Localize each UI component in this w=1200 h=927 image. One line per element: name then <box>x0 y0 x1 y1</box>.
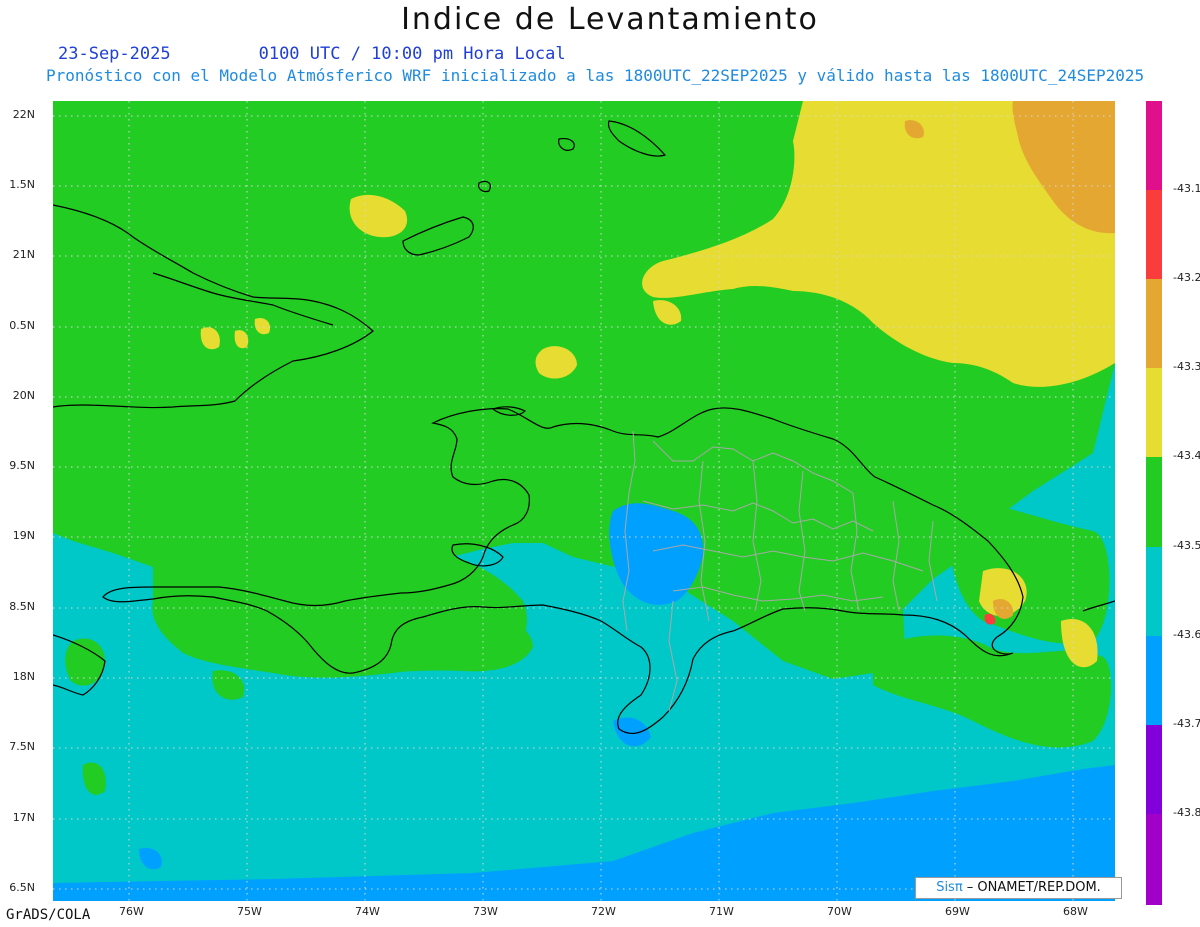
lat-label-20-5n: 0.5N <box>9 319 35 332</box>
colorbar-swatch-9 <box>1146 814 1162 905</box>
lat-label-19-5n: 9.5N <box>9 459 35 472</box>
forecast-date: 23-Sep-2025 <box>58 44 171 64</box>
lat-label-19n: 19N <box>12 529 35 542</box>
model-info: Pronóstico con el Modelo Atmósferico WRF… <box>46 66 1145 85</box>
colorbar-swatch-5 <box>1146 457 1162 547</box>
lat-label-17-5n: 7.5N <box>9 740 35 753</box>
lat-label-17n: 17N <box>12 811 35 824</box>
colorbar-label-5: -43.5 <box>1173 539 1200 552</box>
forecast-date-time: 23-Sep-2025 0100 UTC / 10:00 pm Hora Loca… <box>58 44 566 64</box>
lon-label-72w: 72W <box>591 905 616 918</box>
lon-label-68w: 68W <box>1063 905 1088 918</box>
colorbar-label-8: -43.8 <box>1173 806 1200 819</box>
colorbar-label-1: -43.1 <box>1173 182 1200 195</box>
lat-label-21n: 21N <box>12 248 35 261</box>
colorbar-label-4: -43.4 <box>1173 449 1200 462</box>
colorbar-swatch-1 <box>1146 101 1162 190</box>
lat-label-16-5n: 6.5N <box>9 881 35 894</box>
credit-box: Sisπ – ONAMET/REP.DOM. <box>915 877 1122 899</box>
colorbar-label-2: -43.2 <box>1173 271 1200 284</box>
colorbar-swatch-6 <box>1146 547 1162 636</box>
colorbar-swatch-7 <box>1146 636 1162 725</box>
colorbar-label-7: -43.7 <box>1173 717 1200 730</box>
lifted-index-map <box>53 101 1115 901</box>
colorbar <box>1146 101 1162 905</box>
lon-label-76w: 76W <box>119 905 144 918</box>
lat-label-18-5n: 8.5N <box>9 600 35 613</box>
lon-label-69w: 69W <box>945 905 970 918</box>
colorbar-swatch-4 <box>1146 368 1162 457</box>
colorbar-label-6: -43.6 <box>1173 628 1200 641</box>
lon-label-75w: 75W <box>237 905 262 918</box>
lon-label-70w: 70W <box>827 905 852 918</box>
sis-logo: Sisπ <box>936 880 963 895</box>
lat-label-22n: 22N <box>12 108 35 121</box>
colorbar-swatch-2 <box>1146 190 1162 279</box>
lon-label-74w: 74W <box>355 905 380 918</box>
colorbar-swatch-3 <box>1146 279 1162 368</box>
lon-label-73w: 73W <box>473 905 498 918</box>
lat-label-21-5n: 1.5N <box>9 178 35 191</box>
forecast-time: 0100 UTC / 10:00 pm Hora Local <box>258 44 566 64</box>
colorbar-label-3: -43.3 <box>1173 360 1200 373</box>
credit-text: – ONAMET/REP.DOM. <box>962 880 1101 895</box>
map-title: Indice de Levantamiento <box>401 2 819 37</box>
lat-label-20n: 20N <box>12 389 35 402</box>
footer-grads: GrADS/COLA <box>6 907 91 923</box>
colorbar-swatch-8 <box>1146 725 1162 814</box>
lon-label-71w: 71W <box>709 905 734 918</box>
lat-label-18n: 18N <box>12 670 35 683</box>
